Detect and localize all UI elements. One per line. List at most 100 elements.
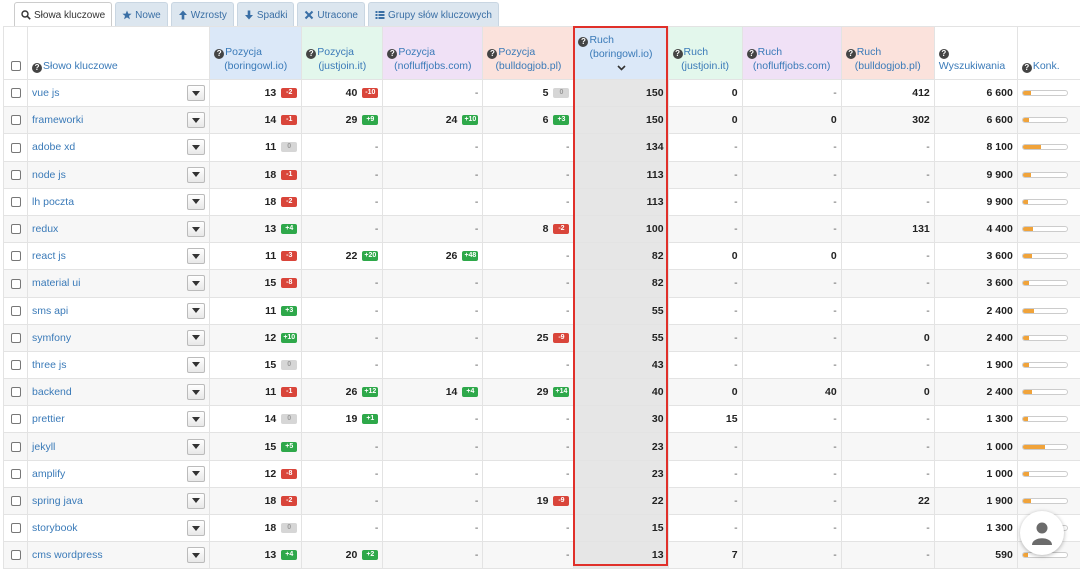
keyword-link[interactable]: sms api [32,305,68,317]
help-icon[interactable]: ? [578,37,589,47]
keyword-link[interactable]: storybook [32,522,78,534]
keyword-actions-dropdown[interactable] [187,547,206,564]
position-change-badge: +2 [362,550,379,561]
keyword-actions-dropdown[interactable] [187,356,206,373]
keyword-actions-dropdown[interactable] [187,248,206,265]
keyword-link[interactable]: symfony [32,332,71,344]
caret-down-icon [192,253,201,259]
keyword-link[interactable]: prettier [32,413,65,425]
keyword-actions-dropdown[interactable] [187,275,206,292]
position-value: 12 -8 [214,468,298,480]
header-traffic-boringowl[interactable]: ? Ruch (boringowl.io) [573,26,669,80]
row-checkbox[interactable] [10,441,21,452]
row-checkbox[interactable] [10,251,21,262]
row-checkbox[interactable] [10,169,21,180]
help-icon[interactable]: ? [672,49,683,59]
row-checkbox[interactable] [10,224,21,235]
support-avatar-button[interactable] [1020,511,1064,555]
traffic-justjoin-cell: - [667,133,743,162]
header-keyword[interactable]: ? Słowo kluczowe [27,26,211,80]
row-checkbox[interactable] [10,523,21,534]
tab-increases[interactable]: Wzrosty [170,2,234,27]
keyword-actions-dropdown[interactable] [187,221,206,238]
keyword-actions-dropdown[interactable] [187,438,206,455]
keyword-link[interactable]: material ui [32,277,80,289]
row-checkbox[interactable] [10,88,21,99]
traffic-boringowl-cell: 150 [573,106,669,135]
keyword-link[interactable]: jekyll [32,441,55,453]
keyword-link[interactable]: frameworki [32,114,83,126]
keyword-actions-dropdown[interactable] [187,166,206,183]
help-icon[interactable]: ? [32,63,43,73]
help-icon[interactable]: ? [1021,63,1032,73]
header-traffic-bulldogjob[interactable]: ? Ruch (bulldogjob.pl) [840,26,935,80]
keyword-actions-dropdown[interactable] [187,492,206,509]
keyword-link[interactable]: node js [32,169,66,181]
row-checkbox[interactable] [10,360,21,371]
header-position-boringowl[interactable]: ? Pozycja (boringowl.io) [209,26,303,80]
row-checkbox[interactable] [10,550,21,561]
header-position-bulldogjob[interactable]: ? Pozycja (bulldogjob.pl) [482,26,575,80]
row-checkbox[interactable] [10,305,21,316]
tab-keyword-groups[interactable]: Grupy słów kluczowych [368,2,499,27]
row-checkbox[interactable] [10,115,21,126]
tab-keywords[interactable]: Słowa kluczowe [14,2,113,27]
keyword-actions-dropdown[interactable] [187,329,206,346]
keyword-cell-content: backend [32,384,206,401]
keyword-actions-dropdown[interactable] [187,139,206,156]
tab-decreases[interactable]: Spadki [236,2,295,27]
position-justjoin-empty: - [301,133,384,162]
header-searches[interactable]: ?Wyszukiwania [933,26,1018,80]
keyword-link[interactable]: react js [32,250,66,262]
keyword-link[interactable]: amplify [32,468,65,480]
header-position-justjoin[interactable]: ? Pozycja (justjoin.it) [301,26,384,80]
keyword-actions-dropdown[interactable] [187,302,206,319]
tab-new[interactable]: Nowe [115,2,168,27]
competition-bar [1021,470,1068,477]
help-icon[interactable]: ? [938,49,949,59]
position-value: 14 +4 [387,386,479,398]
keyword-actions-dropdown[interactable] [187,465,206,482]
help-icon[interactable]: ? [845,49,856,59]
row-checkbox[interactable] [10,278,21,289]
help-icon[interactable]: ? [487,49,498,59]
row-checkbox[interactable] [10,496,21,506]
caret-down-icon [192,552,201,558]
keyword-link[interactable]: cms wordpress [32,549,103,561]
help-icon[interactable]: ? [306,49,317,59]
keyword-actions-dropdown[interactable] [187,520,206,537]
keyword-actions-dropdown[interactable] [187,112,206,129]
row-select-cell [3,459,29,488]
header-position-nofluffjobs[interactable]: ? Pozycja (nofluffjobs.com) [382,26,484,80]
row-checkbox[interactable] [10,414,21,425]
help-icon[interactable]: ? [746,49,757,59]
tab-lost[interactable]: Utracone [297,2,365,27]
row-checkbox[interactable] [10,468,21,479]
row-checkbox[interactable] [10,142,21,153]
header-traffic-justjoin[interactable]: ? Ruch (justjoin.it) [667,26,743,80]
header-competition[interactable]: ? Konk. [1016,26,1080,80]
row-checkbox[interactable] [10,196,21,207]
keyword-actions-dropdown[interactable] [187,85,206,102]
keyword-link[interactable]: redux [32,223,58,235]
select-all-checkbox[interactable] [10,61,21,72]
position-value: 40 -10 [306,87,379,99]
keyword-actions-dropdown[interactable] [187,384,206,401]
keyword-link[interactable]: spring java [32,495,83,507]
keyword-link[interactable]: backend [32,386,72,398]
keyword-link[interactable]: three js [32,359,66,371]
traffic-justjoin-cell: 0 [667,78,743,108]
row-checkbox[interactable] [10,387,21,398]
keyword-actions-dropdown[interactable] [187,193,206,210]
row-checkbox[interactable] [10,332,21,343]
keyword-actions-dropdown[interactable] [187,411,206,428]
help-icon[interactable]: ? [214,49,225,59]
row-select-cell [3,242,29,271]
keyword-link[interactable]: lh poczta [32,196,74,208]
header-traffic-nofluffjobs[interactable]: ? Ruch (nofluffjobs.com) [741,26,842,80]
help-icon[interactable]: ? [387,49,398,59]
keyword-link[interactable]: vue js [32,87,59,99]
keyword-link[interactable]: adobe xd [32,141,75,153]
traffic-boringowl-cell: 23 [573,459,669,488]
row-select-cell [3,160,29,189]
